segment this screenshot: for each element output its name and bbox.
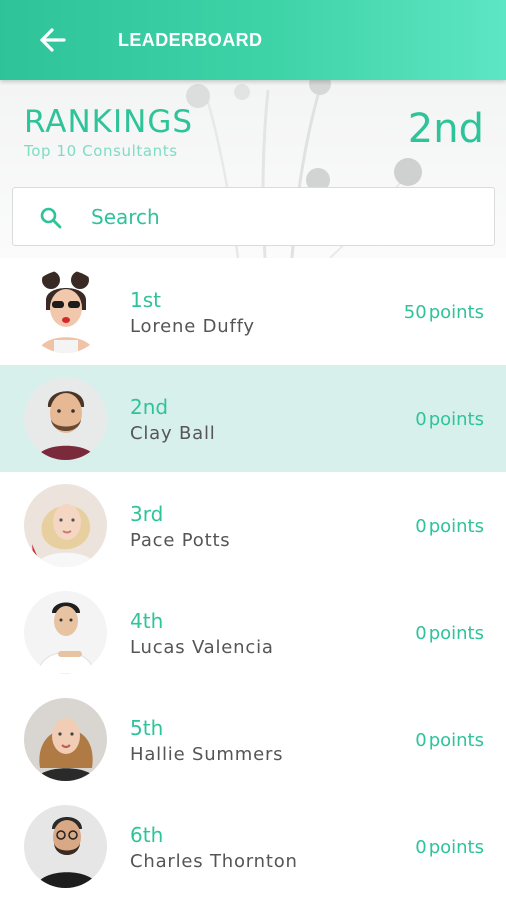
points-value: 0 points — [415, 623, 484, 644]
points-unit: points — [428, 302, 484, 323]
back-button[interactable] — [30, 20, 74, 60]
points-value: 0 points — [415, 837, 484, 858]
points-number: 0 — [415, 409, 427, 430]
points-value: 0 points — [415, 409, 484, 430]
rankings-title: RANKINGS — [24, 104, 194, 140]
points-unit: points — [428, 623, 484, 644]
points-unit: points — [428, 409, 484, 430]
avatar — [24, 805, 107, 888]
points-value: 0 points — [415, 730, 484, 751]
points-value: 50 points — [404, 302, 484, 323]
consultant-name: Hallie Summers — [130, 744, 284, 765]
leaderboard-row[interactable]: 1st Lorene Duffy 50 points — [0, 258, 506, 365]
avatar — [24, 591, 107, 674]
rank-label: 6th — [130, 823, 164, 847]
avatar — [24, 377, 107, 460]
points-value: 0 points — [415, 516, 484, 537]
app-bar: LEADERBOARD — [0, 0, 506, 80]
search-input[interactable] — [91, 198, 471, 236]
points-number: 50 — [403, 302, 427, 323]
rank-label: 2nd — [130, 395, 169, 419]
points-number: 0 — [415, 623, 427, 644]
search-icon — [40, 207, 62, 229]
rank-label: 1st — [130, 288, 161, 312]
points-number: 0 — [415, 730, 427, 751]
leaderboard-row-current-user[interactable]: 2nd Clay Ball 0 points — [0, 365, 506, 472]
points-unit: points — [428, 516, 484, 537]
leaderboard-list: 1st Lorene Duffy 50 points 2nd Clay Ball … — [0, 258, 506, 900]
leaderboard-row[interactable]: 6th Charles Thornton 0 points — [0, 793, 506, 900]
consultant-name: Lucas Valencia — [130, 637, 274, 658]
avatar — [24, 270, 107, 353]
points-unit: points — [428, 730, 484, 751]
consultant-name: Charles Thornton — [130, 851, 298, 872]
avatar — [24, 484, 107, 567]
consultant-name: Clay Ball — [130, 423, 216, 444]
consultant-name: Pace Potts — [130, 530, 231, 551]
points-unit: points — [428, 837, 484, 858]
back-arrow-icon — [40, 28, 66, 52]
leaderboard-row[interactable]: 5th Hallie Summers 0 points — [0, 686, 506, 793]
search-bar[interactable] — [12, 187, 495, 246]
points-number: 0 — [415, 837, 427, 858]
leaderboard-row[interactable]: 4th Lucas Valencia 0 points — [0, 579, 506, 686]
page-title: LEADERBOARD — [118, 30, 263, 50]
rank-label: 3rd — [130, 502, 164, 526]
points-number: 0 — [415, 516, 427, 537]
current-rank: 2nd — [407, 106, 484, 152]
rank-label: 5th — [130, 716, 164, 740]
leaderboard-row[interactable]: 3rd Pace Potts 0 points — [0, 472, 506, 579]
rank-label: 4th — [130, 609, 164, 633]
avatar — [24, 698, 107, 781]
consultant-name: Lorene Duffy — [130, 316, 255, 337]
rankings-subtitle: Top 10 Consultants — [24, 142, 178, 160]
